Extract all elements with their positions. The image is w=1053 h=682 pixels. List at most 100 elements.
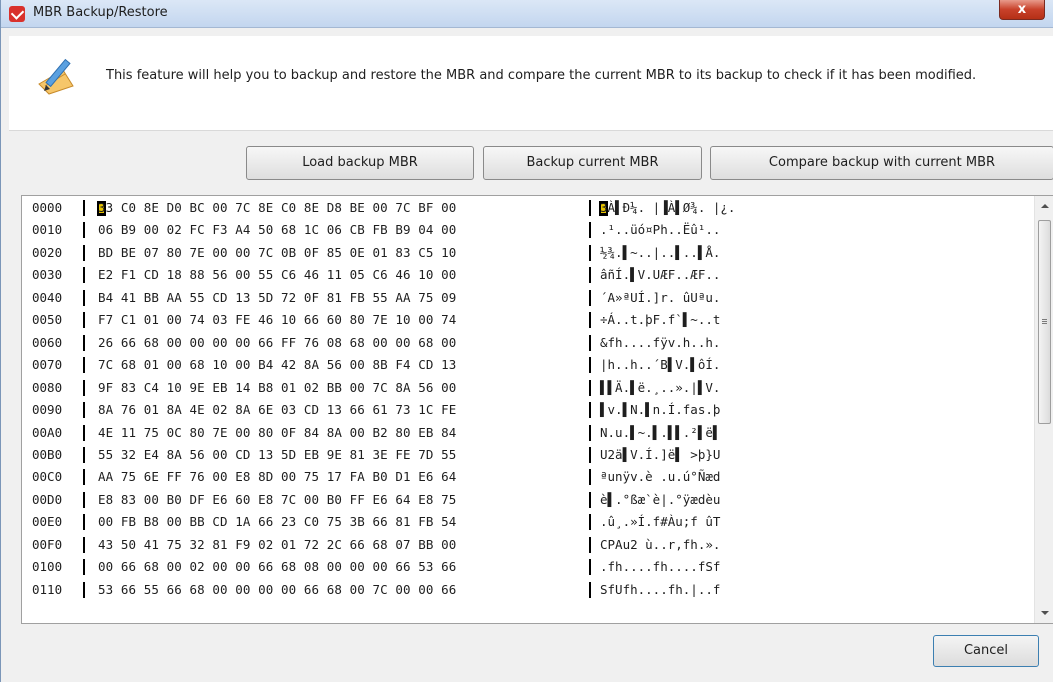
scroll-down-icon[interactable] [1041, 611, 1049, 615]
title-bar[interactable]: MBR Backup/Restore x [1, 0, 1053, 28]
hex-bytes[interactable]: 53 66 55 66 68 00 00 00 00 66 68 00 7C 0… [98, 579, 456, 601]
hex-bytes[interactable]: 43 50 41 75 32 81 F9 02 01 72 2C 66 68 0… [98, 534, 456, 556]
hex-row[interactable]: 0010 06 B9 00 02 FC F3 A4 50 68 1C 06 CB … [22, 219, 1032, 241]
hex-offset: 0110 [32, 581, 63, 597]
column-divider [589, 244, 591, 261]
hex-offset: 00C0 [32, 469, 63, 485]
column-divider [83, 267, 85, 284]
hex-offset: 0070 [32, 357, 63, 373]
hex-row[interactable]: 0050 F7 C1 01 00 74 03 FE 46 10 66 60 80 … [22, 309, 1032, 331]
hex-bytes[interactable]: BD BE 07 80 7E 00 00 7C 0B 0F 85 0E 01 8… [98, 242, 456, 264]
hex-bytes[interactable]: 33 C0 8E D0 BC 00 7C 8E C0 8E D8 BE 00 7… [98, 197, 456, 219]
hex-row[interactable]: 00B0 55 32 E4 8A 56 00 CD 13 5D EB 9E 81 … [22, 444, 1032, 466]
load-backup-button[interactable]: Load backup MBR [246, 146, 474, 180]
hex-viewer[interactable]: 0000 33 C0 8E D0 BC 00 7C 8E C0 8E D8 BE … [21, 195, 1053, 624]
hex-offset: 0030 [32, 267, 63, 283]
column-divider [83, 289, 85, 306]
column-divider [83, 559, 85, 576]
ascii-text[interactable]: N.u.▌~.▌.▌▌.²▌ë▌ [600, 422, 720, 444]
hex-bytes[interactable]: E8 83 00 B0 DF E6 60 E8 7C 00 B0 FF E6 6… [98, 489, 456, 511]
ascii-text[interactable]: .û¸.»Í.f#Àu;f ûT [600, 511, 720, 533]
column-divider [589, 267, 591, 284]
hex-offset: 0100 [32, 559, 63, 575]
ascii-text[interactable]: .fh....fh....fSf [600, 556, 720, 578]
app-logo-icon [9, 6, 25, 22]
hex-bytes[interactable]: 9F 83 C4 10 9E EB 14 B8 01 02 BB 00 7C 8… [98, 377, 456, 399]
column-divider [83, 581, 85, 598]
column-divider [589, 334, 591, 351]
mbr-backup-restore-window: MBR Backup/Restore x This feature will h… [0, 0, 1053, 682]
compare-button[interactable]: Compare backup with current MBR [710, 146, 1053, 180]
hex-bytes[interactable]: 7C 68 01 00 68 10 00 B4 42 8A 56 00 8B F… [98, 354, 456, 376]
hex-bytes[interactable]: B4 41 BB AA 55 CD 13 5D 72 0F 81 FB 55 A… [98, 287, 456, 309]
backup-current-button[interactable]: Backup current MBR [483, 146, 702, 180]
hex-offset: 0000 [32, 200, 63, 215]
hex-bytes[interactable]: 55 32 E4 8A 56 00 CD 13 5D EB 9E 81 3E F… [98, 444, 456, 466]
ascii-text[interactable]: ÷Á..t.þF.f`▌~..t [600, 309, 720, 331]
hex-offset: 0010 [32, 222, 63, 238]
ascii-text[interactable]: &fh....fÿv.h..h. [600, 332, 720, 354]
hex-bytes[interactable]: E2 F1 CD 18 88 56 00 55 C6 46 11 05 C6 4… [98, 264, 456, 286]
hex-offset: 00B0 [32, 446, 63, 462]
hex-row[interactable]: 0060 26 66 68 00 00 00 00 66 FF 76 08 68 … [22, 332, 1032, 354]
hex-offset: 0040 [32, 289, 63, 305]
scroll-up-icon[interactable] [1041, 204, 1049, 208]
column-divider [83, 402, 85, 419]
hex-row[interactable]: 0040 B4 41 BB AA 55 CD 13 5D 72 0F 81 FB … [22, 287, 1032, 309]
hex-offset: 0020 [32, 244, 63, 260]
ascii-text[interactable]: ▌▌Ä.▌ë.¸..».|▌V. [600, 377, 720, 399]
hex-row[interactable]: 0070 7C 68 01 00 68 10 00 B4 42 8A 56 00 … [22, 354, 1032, 376]
hex-row[interactable]: 0090 8A 76 01 8A 4E 02 8A 6E 03 CD 13 66 … [22, 399, 1032, 421]
hex-row[interactable]: 00C0 AA 75 6E FF 76 00 E8 8D 00 75 17 FA … [22, 466, 1032, 488]
vertical-scrollbar[interactable] [1034, 196, 1053, 623]
column-divider [589, 200, 591, 216]
info-text: This feature will help you to backup and… [106, 68, 977, 83]
column-divider [83, 200, 85, 216]
hex-offset: 0050 [32, 312, 63, 328]
cancel-button[interactable]: Cancel [933, 635, 1039, 667]
column-divider [83, 424, 85, 441]
hex-row[interactable]: 0080 9F 83 C4 10 9E EB 14 B8 01 02 BB 00 … [22, 377, 1032, 399]
hex-bytes[interactable]: 8A 76 01 8A 4E 02 8A 6E 03 CD 13 66 61 7… [98, 399, 456, 421]
ascii-text[interactable]: ´A»ªUÍ.]r. ûUªu. [600, 287, 720, 309]
column-divider [83, 446, 85, 463]
hex-bytes[interactable]: AA 75 6E FF 76 00 E8 8D 00 75 17 FA B0 D… [98, 466, 456, 488]
ascii-text[interactable]: ªunÿv.è .u.ú°Ñæd [600, 466, 720, 488]
scroll-thumb[interactable] [1038, 220, 1051, 424]
hex-bytes[interactable]: 00 66 68 00 02 00 00 66 68 08 00 00 00 6… [98, 556, 456, 578]
hex-row[interactable]: 0000 33 C0 8E D0 BC 00 7C 8E C0 8E D8 BE … [22, 197, 1032, 219]
hex-bytes[interactable]: 26 66 68 00 00 00 00 66 FF 76 08 68 00 0… [98, 332, 456, 354]
column-divider [83, 357, 85, 374]
hex-row[interactable]: 00E0 00 FB B8 00 BB CD 1A 66 23 C0 75 3B … [22, 511, 1032, 533]
hex-bytes[interactable]: F7 C1 01 00 74 03 FE 46 10 66 60 80 7E 1… [98, 309, 456, 331]
hex-bytes[interactable]: 4E 11 75 0C 80 7E 00 80 0F 84 8A 00 B2 8… [98, 422, 456, 444]
hex-offset: 00F0 [32, 536, 63, 552]
column-divider [589, 491, 591, 508]
ascii-text[interactable]: .¹..üó¤Ph..Ëû¹.. [600, 219, 720, 241]
hex-row[interactable]: 0030 E2 F1 CD 18 88 56 00 55 C6 46 11 05 … [22, 264, 1032, 286]
ascii-text[interactable]: âñÍ.▌V.UÆF..ÆF.. [600, 264, 720, 286]
hex-row[interactable]: 00D0 E8 83 00 B0 DF E6 60 E8 7C 00 B0 FF … [22, 489, 1032, 511]
column-divider [83, 379, 85, 396]
hex-row[interactable]: 0110 53 66 55 66 68 00 00 00 00 66 68 00 … [22, 579, 1032, 601]
ascii-text[interactable]: U2ä▌V.Í.]ë▌ >þ}U [600, 444, 720, 466]
hex-bytes[interactable]: 06 B9 00 02 FC F3 A4 50 68 1C 06 CB FB B… [98, 219, 456, 241]
hex-row[interactable]: 0100 00 66 68 00 02 00 00 66 68 08 00 00 … [22, 556, 1032, 578]
column-divider [589, 424, 591, 441]
hex-bytes[interactable]: 00 FB B8 00 BB CD 1A 66 23 C0 75 3B 66 8… [98, 511, 456, 533]
ascii-text[interactable]: CPAu2 ù..r,fh.». [600, 534, 720, 556]
ascii-text[interactable]: SfUfh....fh.|..f [600, 579, 720, 601]
ascii-text[interactable]: 3À▌Ð¼. |▐À▌Ø¾. |¿. [600, 197, 735, 219]
ascii-text[interactable]: |h..h..´B▌V.▌ôÍ. [600, 354, 720, 376]
column-divider [83, 312, 85, 329]
ascii-text[interactable]: ▌v.▌N.▌n.Í.fas.þ [600, 399, 720, 421]
close-button[interactable]: x [999, 0, 1045, 20]
grip-line [1042, 321, 1047, 322]
hex-offset: 0090 [32, 402, 63, 418]
column-divider [83, 334, 85, 351]
ascii-text[interactable]: è▌.°ßæ`è|.°ÿædèu [600, 489, 720, 511]
hex-row[interactable]: 0020 BD BE 07 80 7E 00 00 7C 0B 0F 85 0E … [22, 242, 1032, 264]
hex-row[interactable]: 00A0 4E 11 75 0C 80 7E 00 80 0F 84 8A 00 … [22, 422, 1032, 444]
hex-row[interactable]: 00F0 43 50 41 75 32 81 F9 02 01 72 2C 66 … [22, 534, 1032, 556]
ascii-text[interactable]: ½¾.▌~..|..▌..▌Å. [600, 242, 720, 264]
